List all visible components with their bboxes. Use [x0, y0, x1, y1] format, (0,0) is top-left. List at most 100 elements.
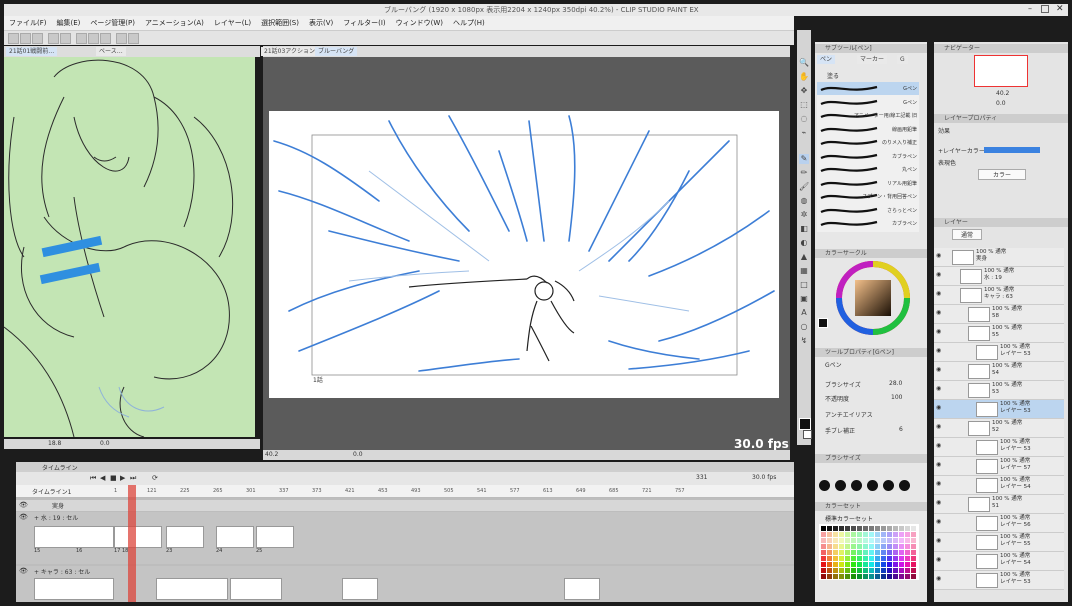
color-swatch[interactable] [851, 550, 856, 555]
color-swatch[interactable] [899, 568, 904, 573]
color-swatch[interactable] [869, 526, 874, 531]
color-swatch[interactable] [881, 562, 886, 567]
layer-row[interactable]: ◉ 100 % 通常 54 [934, 362, 1064, 381]
play-icon[interactable]: ▶ [120, 474, 125, 482]
layer-row[interactable]: ◉ 100 % 通常 レイヤー 53 [934, 343, 1064, 362]
eye-icon[interactable]: ◉ [936, 309, 941, 316]
brush-item[interactable]: Gペン [817, 82, 919, 95]
color-swatch[interactable] [833, 556, 838, 561]
color-swatch[interactable] [857, 544, 862, 549]
first-frame-icon[interactable]: ⏮ [90, 474, 96, 483]
eye-icon[interactable]: ◉ [936, 290, 941, 297]
color-swatch[interactable] [887, 556, 892, 561]
layer-color-bar[interactable] [984, 147, 1040, 153]
undo-icon[interactable] [48, 33, 59, 44]
color-swatch[interactable] [911, 544, 916, 549]
eye-icon[interactable]: ◉ [936, 347, 941, 354]
color-swatch[interactable] [887, 568, 892, 573]
move-tool-icon[interactable]: ✥ [799, 86, 809, 96]
color-swatch[interactable] [863, 568, 868, 573]
color-swatch[interactable] [863, 538, 868, 543]
sub-zoom-value[interactable]: 18.8 [48, 440, 61, 447]
clear-icon[interactable] [76, 33, 87, 44]
color-swatch[interactable] [893, 574, 898, 579]
color-swatch[interactable] [893, 550, 898, 555]
color-swatch[interactable] [863, 574, 868, 579]
color-swatch[interactable] [905, 562, 910, 567]
color-swatch[interactable] [821, 574, 826, 579]
color-swatch[interactable] [833, 526, 838, 531]
color-swatch[interactable] [905, 526, 910, 531]
eye-icon[interactable]: ◉ [936, 537, 941, 544]
color-swatch[interactable] [899, 574, 904, 579]
brush-item[interactable]: 線画用鉛筆 [817, 123, 919, 136]
color-swatch[interactable] [863, 556, 868, 561]
main-color-swatch[interactable] [818, 318, 828, 328]
color-swatch[interactable] [833, 532, 838, 537]
fill-tool-icon[interactable]: ▲ [799, 252, 809, 262]
subtool-tab-pen[interactable]: ペン [817, 55, 836, 64]
correct-line-tool-icon[interactable]: ↯ [799, 336, 809, 346]
color-swatch[interactable] [857, 526, 862, 531]
color-swatch[interactable] [869, 556, 874, 561]
brush-preset[interactable] [851, 480, 862, 491]
color-swatch[interactable] [881, 550, 886, 555]
color-swatch[interactable] [845, 544, 850, 549]
color-swatch[interactable] [875, 568, 880, 573]
color-swatch[interactable] [869, 544, 874, 549]
layer-row[interactable]: ◉ 100 % 通常 キャラ : 63 [934, 286, 1064, 305]
color-swatch[interactable] [881, 532, 886, 537]
layer-row[interactable]: ◉ 100 % 通常 レイヤー 54 [934, 476, 1064, 495]
hand-tool-icon[interactable]: ✋ [799, 72, 809, 82]
color-swatch[interactable] [875, 538, 880, 543]
color-swatch[interactable] [833, 550, 838, 555]
eye-icon[interactable]: ◉ [936, 385, 941, 392]
brush-item[interactable]: カブラペン [817, 150, 919, 163]
eye-icon[interactable]: ◉ [936, 480, 941, 487]
color-swatch[interactable] [857, 550, 862, 555]
color-swatch[interactable] [857, 574, 862, 579]
color-swatch[interactable] [839, 532, 844, 537]
color-swatch[interactable] [905, 538, 910, 543]
color-swatch[interactable] [839, 544, 844, 549]
color-swatch[interactable] [827, 532, 832, 537]
brush-tool-icon[interactable]: 🖌 [799, 182, 809, 192]
color-swatch[interactable] [911, 574, 916, 579]
color-swatch[interactable] [845, 568, 850, 573]
brush-item[interactable]: アニメーター用/線工記載 旧 [817, 109, 919, 122]
color-swatch[interactable] [851, 568, 856, 573]
color-swatch[interactable] [821, 562, 826, 567]
decoration-tool-icon[interactable]: ✲ [799, 210, 809, 220]
cel-thumbnail[interactable] [156, 578, 228, 600]
current-frame-field[interactable]: 331 [696, 474, 707, 481]
cel-thumbnail[interactable] [256, 526, 294, 548]
sub-color-swatch[interactable] [803, 430, 812, 439]
eye-icon[interactable]: ◉ [936, 252, 941, 259]
timeline-playhead[interactable] [128, 485, 136, 602]
cel-thumbnail[interactable] [230, 578, 282, 600]
color-swatch[interactable] [857, 556, 862, 561]
color-swatch[interactable] [845, 556, 850, 561]
color-swatch[interactable] [911, 562, 916, 567]
eye-icon[interactable]: ◉ [936, 423, 941, 430]
color-swatch[interactable] [881, 544, 886, 549]
color-swatch[interactable] [827, 556, 832, 561]
opacity-value[interactable]: 100 [891, 394, 902, 401]
layer-row[interactable]: ◉ 100 % 通常 レイヤー 53 [934, 400, 1064, 419]
eye-icon[interactable]: 👁 [19, 567, 28, 575]
main-canvas[interactable]: 1話 [269, 111, 779, 398]
color-swatch[interactable] [821, 532, 826, 537]
color-swatch[interactable] [839, 562, 844, 567]
color-swatch[interactable] [821, 538, 826, 543]
color-swatch[interactable] [857, 562, 862, 567]
color-swatch[interactable] [899, 550, 904, 555]
color-swatch[interactable] [893, 532, 898, 537]
layer-row[interactable]: ◉ 100 % 通常 55 [934, 324, 1064, 343]
color-swatch[interactable] [857, 532, 862, 537]
color-swatch[interactable] [869, 550, 874, 555]
lasso-tool-icon[interactable]: ◌ [799, 114, 809, 124]
maximize-button[interactable] [1041, 5, 1049, 13]
color-swatch[interactable] [893, 568, 898, 573]
blend-tool-icon[interactable]: ◐ [799, 238, 809, 248]
color-swatch[interactable] [887, 574, 892, 579]
